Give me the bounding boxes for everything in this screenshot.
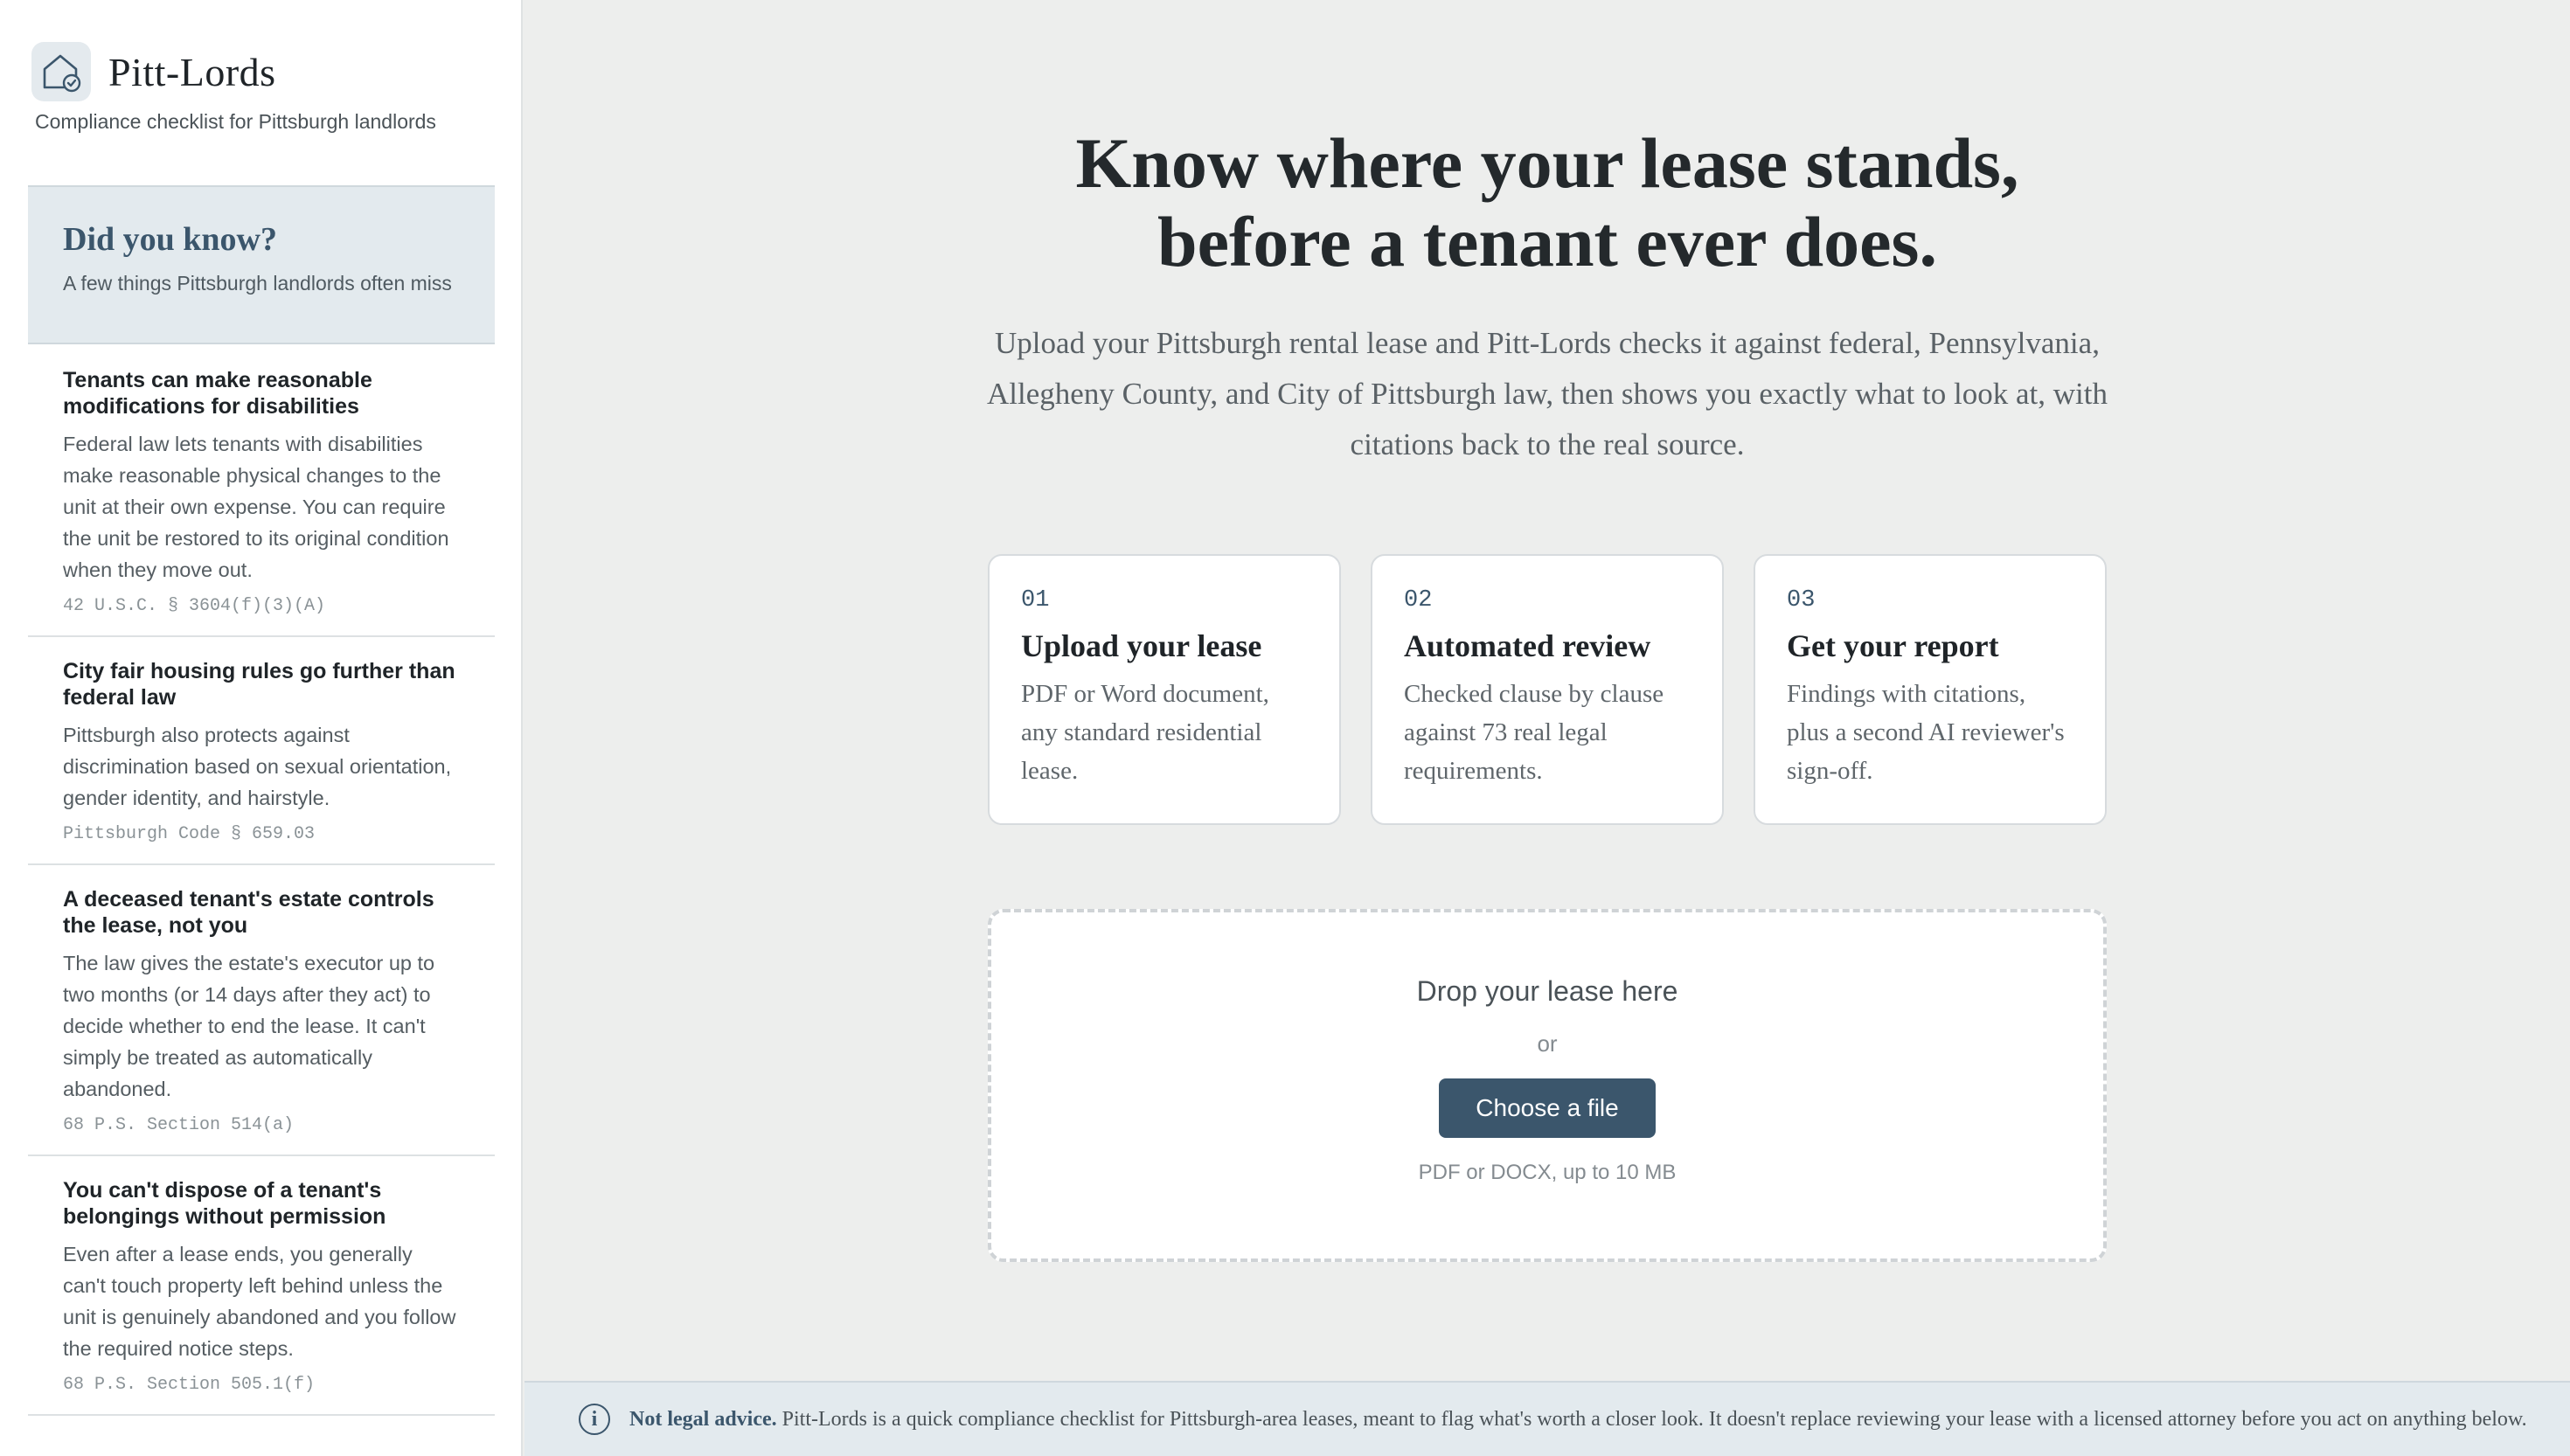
disclaimer-body: Pitt-Lords is a quick compliance checkli… [781, 1407, 2527, 1431]
disclaimer-label: Not legal advice. [629, 1407, 777, 1431]
steps-row: 01 Upload your lease PDF or Word documen… [988, 554, 2107, 825]
did-you-know-title: Did you know? [63, 221, 277, 258]
step-number: 01 [1021, 587, 1050, 614]
brand[interactable]: Pitt-Lords [31, 42, 276, 101]
hero-line-1: Know where your lease stands, [1075, 123, 2019, 203]
fact-item: City fair housing rules go further than … [28, 637, 495, 865]
hero-line-2: before a tenant ever does. [1157, 202, 1937, 281]
step-description: Findings with citations, plus a second A… [1787, 680, 2065, 785]
disclaimer-text: Not legal advice. Pitt-Lords is a quick … [629, 1408, 2527, 1432]
fact-item: A deceased tenant's estate controls the … [28, 865, 495, 1156]
sidebar: Pitt-Lords Compliance checklist for Pitt… [0, 0, 523, 1456]
fact-list: Tenants can make reasonable modification… [28, 346, 495, 1416]
fact-title: Tenants can make reasonable modification… [63, 368, 372, 419]
step-card-upload: 01 Upload your lease PDF or Word documen… [988, 554, 1341, 825]
step-card-report: 03 Get your report Findings with citatio… [1754, 554, 2107, 825]
step-number: 03 [1787, 587, 1816, 614]
step-description: PDF or Word document, any standard resid… [1021, 680, 1269, 785]
brand-name: Pitt-Lords [108, 49, 276, 94]
dropzone-file-hint: PDF or DOCX, up to 10 MB [1418, 1161, 1677, 1184]
fact-citation: 68 P.S. Section 514(a) [63, 1115, 295, 1135]
step-title: Automated review [1404, 628, 1651, 663]
main-content: Know where your lease stands, before a t… [524, 0, 2570, 1381]
fact-citation: Pittsburgh Code § 659.03 [63, 824, 316, 844]
step-title: Upload your lease [1021, 628, 1262, 663]
fact-title: City fair housing rules go further than … [63, 659, 455, 710]
fact-body: Even after a lease ends, you generally c… [63, 1243, 456, 1360]
house-check-icon [31, 42, 91, 101]
dropzone-title: Drop your lease here [1416, 975, 1678, 1007]
step-card-review: 02 Automated review Checked clause by cl… [1371, 554, 1724, 825]
dropzone-or: or [1537, 1030, 1558, 1057]
info-icon: i [579, 1404, 610, 1435]
lease-dropzone[interactable]: Drop your lease here or Choose a file PD… [988, 909, 2107, 1262]
fact-item: You can't dispose of a tenant's belongin… [28, 1156, 495, 1416]
step-title: Get your report [1787, 628, 1999, 663]
fact-citation: 68 P.S. Section 505.1(f) [63, 1375, 316, 1395]
hero-description: Upload your Pittsburgh rental lease and … [987, 326, 2108, 461]
fact-body: Federal law lets tenants with disabiliti… [63, 433, 449, 581]
fact-body: The law gives the estate's executor up t… [63, 952, 435, 1100]
fact-title: You can't dispose of a tenant's belongin… [63, 1178, 386, 1229]
step-description: Checked clause by clause against 73 real… [1404, 680, 1664, 785]
did-you-know-panel: Did you know? A few things Pittsburgh la… [28, 185, 495, 344]
brand-tagline: Compliance checklist for Pittsburgh land… [35, 110, 436, 133]
hero-heading: Know where your lease stands, before a t… [524, 124, 2570, 281]
step-number: 02 [1404, 587, 1433, 614]
fact-item: Tenants can make reasonable modification… [28, 346, 495, 637]
fact-citation: 42 U.S.C. § 3604(f)(3)(A) [63, 596, 326, 616]
fact-body: Pittsburgh also protects against discrim… [63, 724, 452, 809]
did-you-know-subtitle: A few things Pittsburgh landlords often … [63, 272, 452, 295]
choose-file-button[interactable]: Choose a file [1439, 1078, 1656, 1138]
fact-title: A deceased tenant's estate controls the … [63, 887, 434, 938]
disclaimer-bar: i Not legal advice. Pitt-Lords is a quic… [524, 1381, 2570, 1456]
